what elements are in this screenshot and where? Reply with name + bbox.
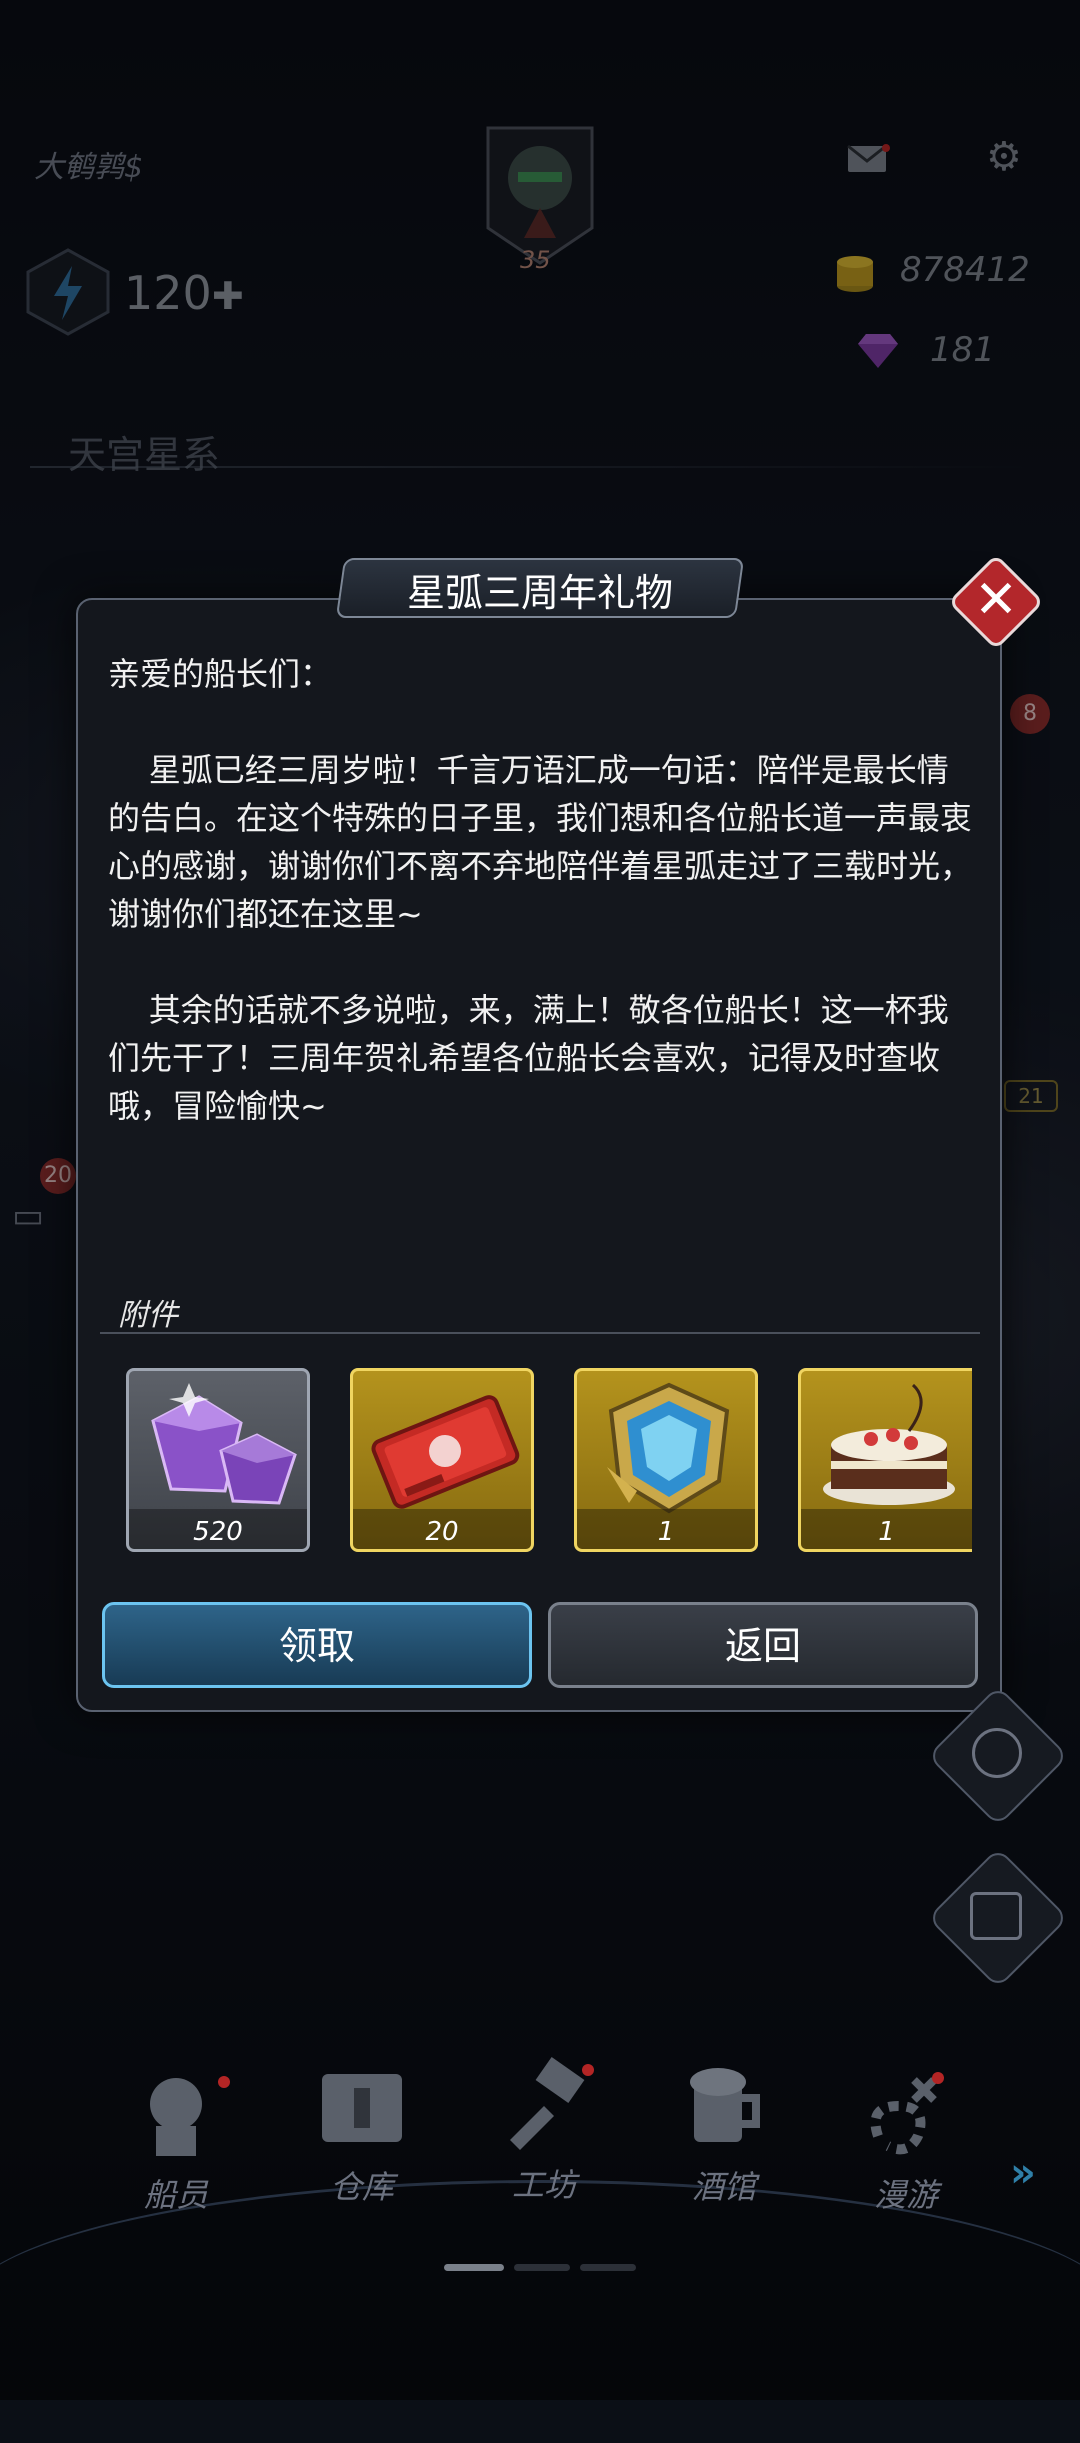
workshop-icon [496, 2056, 592, 2152]
dialog-message: 亲爱的船长们： 星弧已经三周岁啦！千言万语汇成一句话：陪伴是最长情的告白。在这个… [108, 655, 973, 1125]
dialog-title: 星弧三周年礼物 [406, 571, 673, 615]
nav-label: 漫游 [873, 2176, 938, 2214]
page-indicator-active [444, 2264, 504, 2271]
attachment-count: 20 [425, 1517, 459, 1547]
attachment-count: 1 [657, 1517, 675, 1547]
checklist-icon [970, 1892, 1022, 1940]
attachment-item-badge[interactable]: 1 [574, 1368, 758, 1552]
nav-item-workshop[interactable]: 工坊 [484, 2056, 604, 2206]
attachment-item-cake[interactable]: 1 [798, 1368, 972, 1552]
attachment-item-gems[interactable]: 520 [126, 1368, 310, 1552]
purple-gems-icon [151, 1383, 297, 1505]
attachment-item-ticket[interactable]: 20 [350, 1368, 534, 1552]
crew-notification-dot [218, 2076, 230, 2088]
nav-label: 仓库 [329, 2168, 394, 2206]
anniversary-cake-icon [823, 1383, 955, 1505]
page-indicator [514, 2264, 570, 2271]
nav-item-crew[interactable]: 船员 [116, 2066, 236, 2216]
blue-shield-badge-icon [607, 1382, 730, 1514]
expand-arrows-icon[interactable]: » [1010, 2150, 1036, 2196]
attachment-count: 1 [878, 1517, 895, 1547]
nav-item-tavern[interactable]: 酒馆 [664, 2058, 784, 2208]
workshop-notification-dot [582, 2064, 594, 2076]
back-button[interactable]: 返回 [548, 1602, 978, 1688]
nav-label: 工坊 [511, 2166, 576, 2204]
nav-label: 船员 [143, 2176, 208, 2214]
page-indicator [580, 2264, 636, 2271]
close-icon[interactable]: ✕ [962, 566, 1030, 634]
crew-icon [128, 2066, 224, 2162]
bottom-nav-arc [0, 2180, 1080, 2443]
attachment-count: 520 [193, 1517, 243, 1547]
attachments-label: 附件 [118, 1298, 178, 1333]
red-ticket-icon [371, 1395, 520, 1509]
claim-button[interactable]: 领取 [102, 1602, 532, 1688]
attachments-divider [100, 1332, 980, 1334]
warehouse-icon [314, 2058, 410, 2154]
orbit-icon [972, 1728, 1022, 1778]
nav-label: 酒馆 [691, 2168, 756, 2206]
nav-item-roam[interactable]: 漫游 [846, 2066, 966, 2216]
roam-notification-dot [932, 2072, 944, 2084]
nav-item-warehouse[interactable]: 仓库 [302, 2058, 422, 2208]
tavern-icon [676, 2058, 772, 2154]
